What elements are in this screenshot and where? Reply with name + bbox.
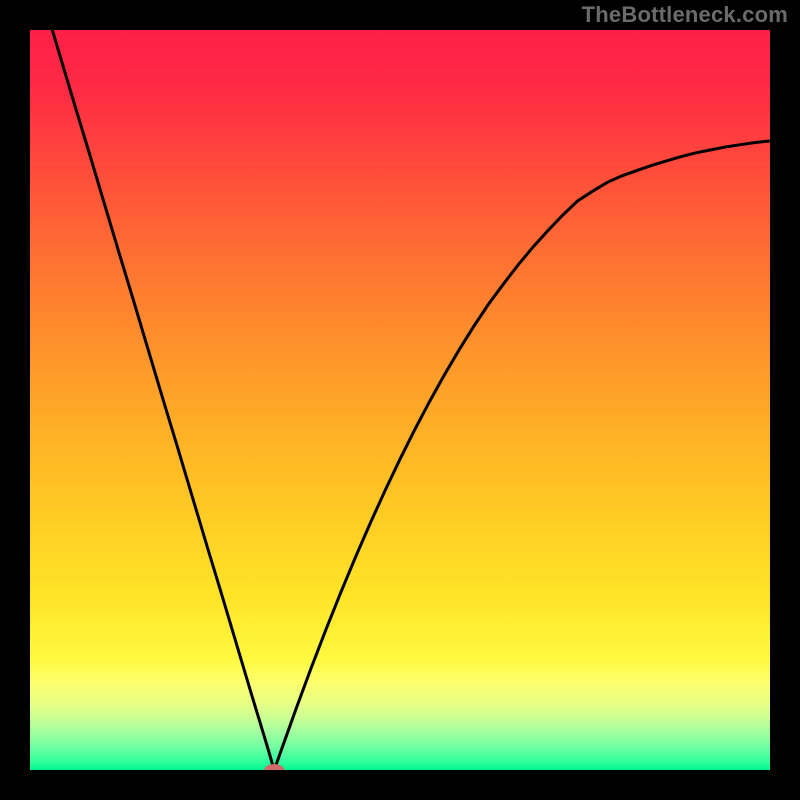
chart-frame: TheBottleneck.com bbox=[0, 0, 800, 800]
chart-svg bbox=[0, 0, 800, 800]
watermark-text: TheBottleneck.com bbox=[582, 2, 788, 28]
plot-area bbox=[30, 30, 770, 770]
